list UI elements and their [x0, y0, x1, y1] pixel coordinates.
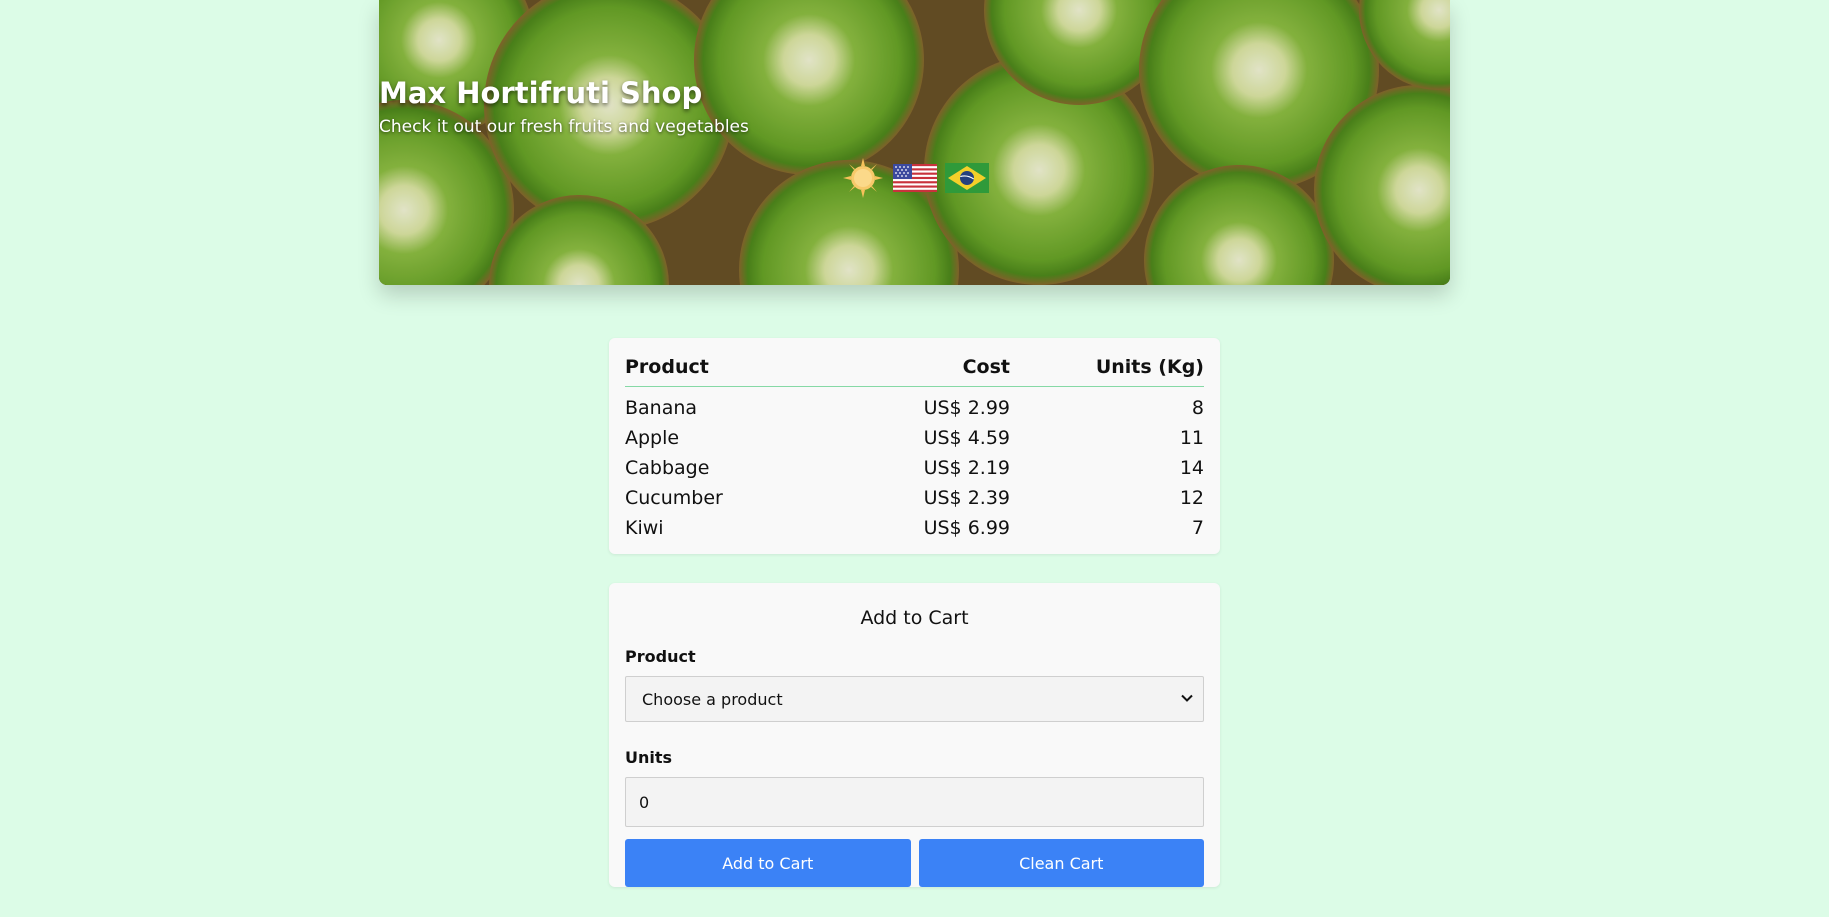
kiwi-background-image [379, 0, 1450, 285]
product-cost: US$ 6.99 [923, 517, 1010, 539]
language-english-button[interactable] [892, 160, 937, 196]
page-subtitle: Check it out our fresh fruits and vegeta… [379, 117, 749, 137]
product-name: Cucumber [625, 487, 723, 509]
product-name: Apple [625, 427, 680, 449]
theme-toggle-button[interactable] [841, 158, 885, 198]
us-flag-icon [892, 164, 937, 192]
products-card: Product Cost Units (Kg) Banana US$ 2.99 … [609, 338, 1220, 554]
product-cost: US$ 4.59 [923, 427, 1010, 449]
add-to-cart-card: Add to Cart Product Choose a product Uni… [609, 583, 1220, 887]
product-units: 12 [1179, 487, 1204, 509]
table-row: Banana US$ 2.99 8 [625, 387, 1204, 424]
product-name: Banana [625, 397, 698, 419]
product-cost: US$ 2.99 [923, 397, 1010, 419]
language-portuguese-button[interactable] [944, 160, 989, 196]
page-title: Max Hortifruti Shop [379, 76, 703, 110]
product-field-label: Product [625, 647, 696, 666]
product-cost: US$ 2.19 [923, 457, 1010, 479]
page: Max Hortifruti Shop Check it out our fre… [0, 0, 1829, 917]
chevron-down-icon [1181, 694, 1193, 702]
product-select-value: Choose a product [642, 689, 783, 709]
header-banner: Max Hortifruti Shop Check it out our fre… [379, 0, 1450, 285]
units-input[interactable] [625, 777, 1204, 827]
column-header-cost: Cost [825, 354, 1010, 387]
table-row: Cucumber US$ 2.39 12 [625, 483, 1204, 513]
clean-cart-button[interactable]: Clean Cart [918, 839, 1204, 887]
table-header-row: Product Cost Units (Kg) [625, 354, 1204, 387]
column-header-units: Units (Kg) [1010, 354, 1204, 387]
header-icon-row [379, 158, 1450, 198]
table-row: Kiwi US$ 6.99 7 [625, 513, 1204, 543]
product-name: Kiwi [625, 517, 664, 539]
product-units: 7 [1191, 517, 1204, 539]
table-row: Apple US$ 4.59 11 [625, 423, 1204, 453]
form-title: Add to Cart [860, 607, 969, 629]
product-units: 11 [1179, 427, 1204, 449]
products-table: Product Cost Units (Kg) Banana US$ 2.99 … [625, 354, 1204, 543]
product-name: Cabbage [625, 457, 710, 479]
units-field-label: Units [625, 748, 673, 767]
product-units: 8 [1191, 397, 1204, 419]
sun-icon [842, 158, 883, 198]
form-buttons: Add to Cart Clean Cart [625, 839, 1204, 887]
brazil-flag-icon [944, 163, 989, 193]
product-select[interactable]: Choose a product [625, 676, 1204, 722]
column-header-product: Product [625, 354, 825, 387]
product-units: 14 [1179, 457, 1204, 479]
add-to-cart-button[interactable]: Add to Cart [625, 839, 911, 887]
product-cost: US$ 2.39 [923, 487, 1010, 509]
table-row: Cabbage US$ 2.19 14 [625, 453, 1204, 483]
